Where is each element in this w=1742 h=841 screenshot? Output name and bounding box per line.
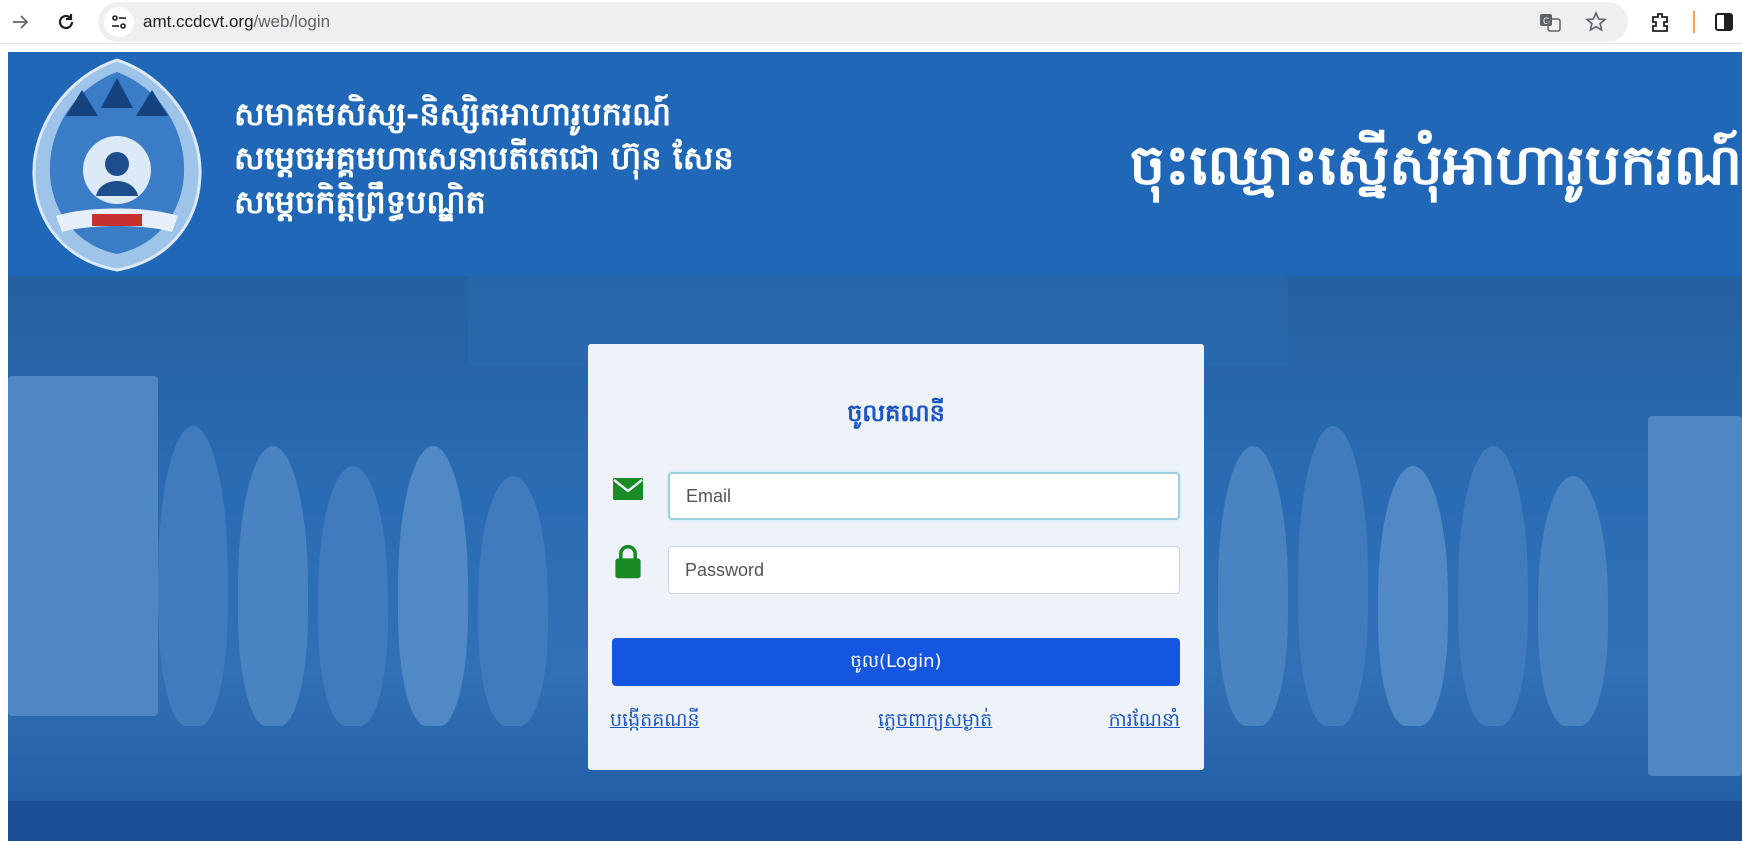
site-header: សមាគមសិស្ស-និស្សិតអាហារូបករណ៍ សម្តេចអគ្គ…: [8, 52, 1742, 276]
org-name-line-2: សម្តេចអគ្គមហាសេនាបតីតេជោ ហ៊ុន សែន: [234, 139, 734, 177]
envelope-icon: [613, 478, 643, 500]
forward-icon[interactable]: [4, 6, 36, 38]
organization-logo[interactable]: [26, 56, 208, 274]
forgot-password-link[interactable]: ភ្លេចពាក្យសម្ងាត់: [878, 708, 992, 736]
toolbar-divider: [1693, 11, 1695, 33]
address-bar[interactable]: amt.ccdcvt.org/web/login G: [98, 2, 1628, 42]
password-input[interactable]: [668, 546, 1180, 594]
page-heading: ចុះឈ្មោះស្នើសុំអាហារូបករណ៍: [1129, 132, 1742, 198]
guide-link[interactable]: ការណែនាំ: [1109, 708, 1180, 736]
login-card: ចូលគណនី ចូល(Login) បង្កើតគណនី ភ្លេចពាក្យ…: [588, 344, 1204, 770]
crowd-figure: [398, 446, 468, 726]
crowd-figure: [1378, 466, 1448, 726]
email-input[interactable]: [668, 472, 1180, 520]
login-title: ចូលគណនី: [847, 398, 945, 427]
translate-icon[interactable]: G: [1538, 10, 1562, 34]
side-panel-icon[interactable]: [1708, 6, 1740, 38]
crowd-figure: [478, 476, 548, 726]
crowd-figure: [158, 426, 228, 726]
svg-text:G: G: [1543, 16, 1550, 26]
org-name-line-1: សមាគមសិស្ស-និស្សិតអាហារូបករណ៍: [234, 95, 672, 133]
browser-toolbar: amt.ccdcvt.org/web/login G: [0, 0, 1742, 44]
site-info-icon[interactable]: [104, 7, 134, 37]
crowd-figure: [1538, 476, 1608, 726]
url-text[interactable]: amt.ccdcvt.org/web/login: [143, 12, 330, 32]
crowd-figure: [1218, 446, 1288, 726]
crowd-figure: [1298, 426, 1368, 726]
create-account-link[interactable]: បង្កើតគណនី: [610, 708, 700, 736]
bookmark-star-icon[interactable]: [1584, 10, 1608, 34]
lock-icon: [615, 544, 641, 579]
crowd-figure: [318, 466, 388, 726]
crowd-figure: [238, 446, 308, 726]
stage-floor: [8, 801, 1742, 841]
organization-name: សមាគមសិស្ស-និស្សិតអាហារូបករណ៍ សម្តេចអគ្គ…: [234, 92, 894, 224]
banner-left: [8, 376, 158, 716]
org-name-line-3: សម្តេចកិត្តិព្រឹទ្ធបណ្ឌិត: [234, 183, 486, 221]
banner-right: [1648, 416, 1742, 776]
extensions-icon[interactable]: [1644, 6, 1676, 38]
login-button[interactable]: ចូល(Login): [612, 638, 1180, 686]
url-domain: amt.ccdcvt.org: [143, 12, 254, 31]
crowd-figure: [1458, 446, 1528, 726]
reload-icon[interactable]: [50, 6, 82, 38]
url-path: /web/login: [253, 12, 331, 31]
